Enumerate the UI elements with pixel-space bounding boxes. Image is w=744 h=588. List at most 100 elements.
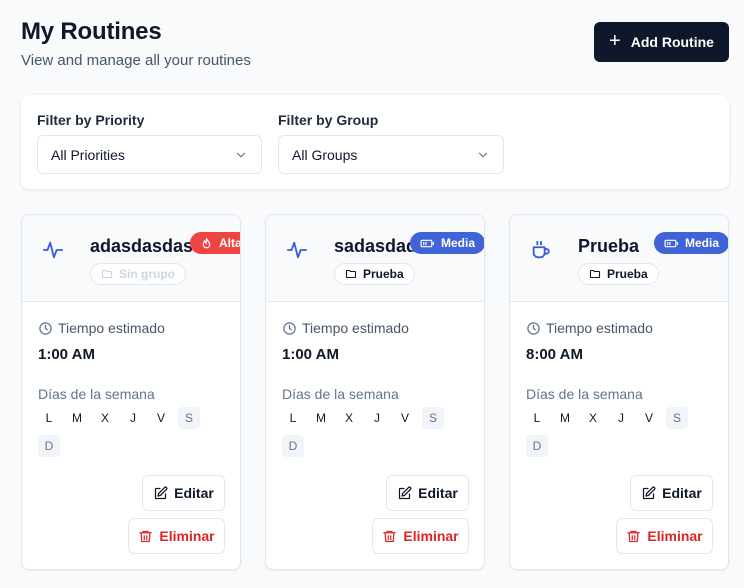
day-chip: S: [422, 407, 444, 429]
group-badge: Sin grupo: [90, 263, 186, 285]
day-chip: J: [130, 411, 136, 425]
days-list: L M X J V S D: [38, 407, 218, 457]
edit-button-label: Editar: [662, 485, 702, 501]
routine-card: adasdasdasd Sin grupo Alta Tiempo estima…: [21, 214, 241, 570]
estimate-label: Tiempo estimado: [38, 320, 165, 336]
day-chip: D: [526, 435, 548, 457]
delete-button-label: Eliminar: [647, 528, 703, 544]
day-chip: V: [644, 411, 653, 425]
day-chip: L: [289, 411, 297, 425]
delete-button[interactable]: Eliminar: [372, 518, 469, 554]
edit-button[interactable]: Editar: [142, 475, 225, 511]
delete-button-label: Eliminar: [159, 528, 215, 544]
group-badge: Prueba: [578, 263, 659, 285]
group-badge: Prueba: [334, 263, 415, 285]
trash-icon: [383, 530, 397, 542]
trash-icon: [139, 530, 153, 542]
folder-icon: [101, 269, 113, 279]
estimate-label: Tiempo estimado: [526, 320, 653, 336]
day-chip: L: [533, 411, 541, 425]
flame-icon: [202, 237, 211, 248]
day-chip: J: [618, 411, 624, 425]
day-chip: S: [178, 407, 200, 429]
routine-card-header: sadasdad Prueba Media: [266, 215, 484, 302]
page-subtitle: View and manage all your routines: [21, 52, 251, 69]
routine-name: adasdasdasd: [90, 236, 205, 256]
page-title: My Routines: [21, 18, 162, 45]
plus-icon: +: [609, 30, 621, 52]
edit-button[interactable]: Editar: [630, 475, 713, 511]
add-routine-button[interactable]: + Add Routine: [594, 22, 729, 62]
day-chip: S: [666, 407, 688, 429]
estimate-value: 8:00 AM: [526, 346, 583, 363]
day-chip: M: [560, 411, 570, 425]
estimate-value: 1:00 AM: [282, 346, 339, 363]
group-badge-label: Sin grupo: [119, 267, 175, 281]
folder-icon: [589, 269, 601, 279]
add-routine-label: Add Routine: [630, 34, 714, 50]
day-chip: J: [374, 411, 380, 425]
trash-icon: [627, 530, 641, 542]
group-select[interactable]: All Groups: [278, 135, 504, 174]
edit-button-label: Editar: [418, 485, 458, 501]
group-filter-label: Filter by Group: [278, 112, 379, 128]
priority-select-value: All Priorities: [51, 146, 125, 163]
delete-button[interactable]: Eliminar: [616, 518, 713, 554]
day-chip: V: [400, 411, 409, 425]
page-header: My Routines View and manage all your rou…: [21, 18, 251, 69]
battery-icon: [664, 239, 678, 247]
day-chip: X: [588, 411, 597, 425]
folder-icon: [345, 269, 357, 279]
priority-filter-label: Filter by Priority: [37, 112, 145, 128]
activity-icon: [42, 241, 64, 259]
chevron-down-icon: [478, 152, 488, 157]
edit-button-label: Editar: [174, 485, 214, 501]
group-filter: Filter by Group All Groups: [278, 112, 504, 174]
priority-badge: Media: [410, 232, 484, 254]
chevron-down-icon: [236, 152, 246, 157]
clock-icon: [527, 321, 540, 335]
estimate-value: 1:00 AM: [38, 346, 95, 363]
days-label: Días de la semana: [282, 386, 399, 402]
priority-badge: Alta: [190, 232, 241, 254]
edit-icon: [155, 486, 168, 499]
edit-button[interactable]: Editar: [386, 475, 469, 511]
day-chip: M: [316, 411, 326, 425]
days-list: L M X J V S D: [282, 407, 462, 457]
clock-icon: [39, 321, 52, 335]
estimate-label: Tiempo estimado: [282, 320, 409, 336]
routine-name: sadasdad: [334, 236, 418, 256]
days-label: Días de la semana: [526, 386, 643, 402]
clock-icon: [283, 321, 296, 335]
priority-badge-label: Alta: [219, 236, 241, 250]
estimate-label-text: Tiempo estimado: [302, 320, 409, 336]
day-chip: D: [282, 435, 304, 457]
day-chip: X: [100, 411, 109, 425]
coffee-icon: [532, 240, 550, 259]
days-label: Días de la semana: [38, 386, 155, 402]
filters-panel: Filter by Priority All Priorities Filter…: [21, 95, 729, 189]
priority-badge: Media: [654, 232, 728, 254]
routine-card: Prueba Prueba Media Tiempo estimado 8:00…: [509, 214, 729, 570]
day-chip: L: [45, 411, 53, 425]
estimate-label-text: Tiempo estimado: [546, 320, 653, 336]
day-chip: D: [38, 435, 60, 457]
delete-button[interactable]: Eliminar: [128, 518, 225, 554]
routine-card-header: Prueba Prueba Media: [510, 215, 728, 302]
priority-badge-label: Media: [685, 236, 720, 250]
priority-badge-label: Media: [441, 236, 476, 250]
edit-icon: [399, 486, 412, 499]
estimate-label-text: Tiempo estimado: [58, 320, 165, 336]
day-chip: M: [72, 411, 82, 425]
group-select-value: All Groups: [292, 146, 358, 163]
routine-card: sadasdad Prueba Media Tiempo estimado 1:…: [265, 214, 485, 570]
priority-filter: Filter by Priority All Priorities: [37, 112, 262, 174]
routine-name: Prueba: [578, 236, 640, 256]
routine-card-header: adasdasdasd Sin grupo Alta: [22, 215, 240, 302]
priority-select[interactable]: All Priorities: [37, 135, 262, 174]
battery-icon: [420, 239, 434, 247]
edit-icon: [643, 486, 656, 499]
group-badge-label: Prueba: [607, 267, 648, 281]
activity-icon: [286, 241, 308, 259]
days-list: L M X J V S D: [526, 407, 706, 457]
